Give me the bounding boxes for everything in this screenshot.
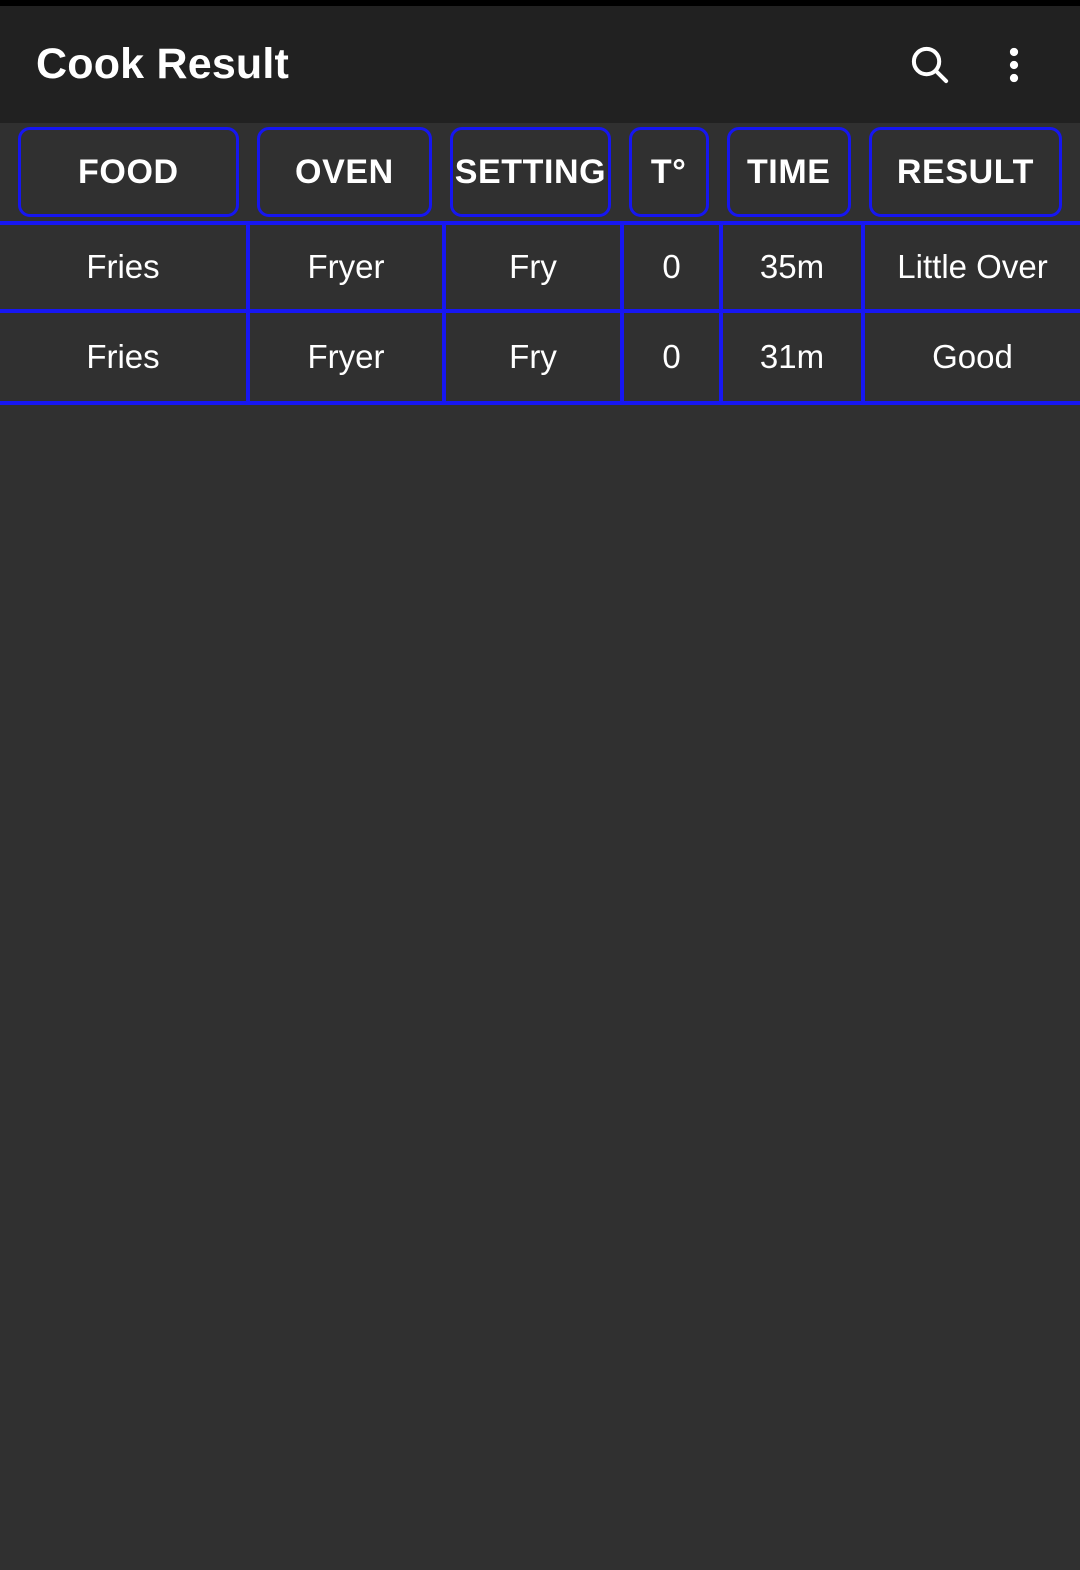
cell-food[interactable]: Fries (0, 313, 250, 401)
cook-result-screen: Cook Result FOOD OVEN SETTING T° TIME RE… (0, 0, 1080, 1570)
cell-oven[interactable]: Fryer (250, 313, 446, 401)
cell-time[interactable]: 35m (723, 225, 865, 309)
cell-food[interactable]: Fries (0, 225, 250, 309)
column-header-time[interactable]: TIME (726, 127, 851, 217)
cell-oven[interactable]: Fryer (250, 225, 446, 309)
search-button[interactable] (888, 23, 972, 107)
overflow-menu-button[interactable] (972, 23, 1056, 107)
column-header-result[interactable]: RESULT (868, 127, 1062, 217)
table-header-row: FOOD OVEN SETTING T° TIME RESULT (0, 123, 1080, 221)
cell-time[interactable]: 31m (723, 313, 865, 401)
cook-result-table: Fries Fryer Fry 0 35m Little Over Fries … (0, 221, 1080, 405)
cell-temp[interactable]: 0 (624, 313, 723, 401)
empty-content-area (0, 405, 1080, 1570)
search-icon (907, 42, 953, 88)
column-header-food[interactable]: FOOD (18, 127, 239, 217)
column-header-oven[interactable]: OVEN (256, 127, 433, 217)
overflow-menu-icon (991, 42, 1037, 88)
cell-setting[interactable]: Fry (446, 225, 624, 309)
cell-result[interactable]: Little Over (865, 225, 1080, 309)
column-header-setting[interactable]: SETTING (450, 127, 611, 217)
page-title: Cook Result (36, 40, 290, 88)
app-toolbar: Cook Result (0, 6, 1080, 123)
table-row[interactable]: Fries Fryer Fry 0 31m Good (0, 313, 1080, 401)
toolbar-actions (888, 23, 1056, 107)
cell-temp[interactable]: 0 (624, 225, 723, 309)
table-row[interactable]: Fries Fryer Fry 0 35m Little Over (0, 225, 1080, 313)
cell-setting[interactable]: Fry (446, 313, 624, 401)
column-header-temp[interactable]: T° (628, 127, 709, 217)
cell-result[interactable]: Good (865, 313, 1080, 401)
